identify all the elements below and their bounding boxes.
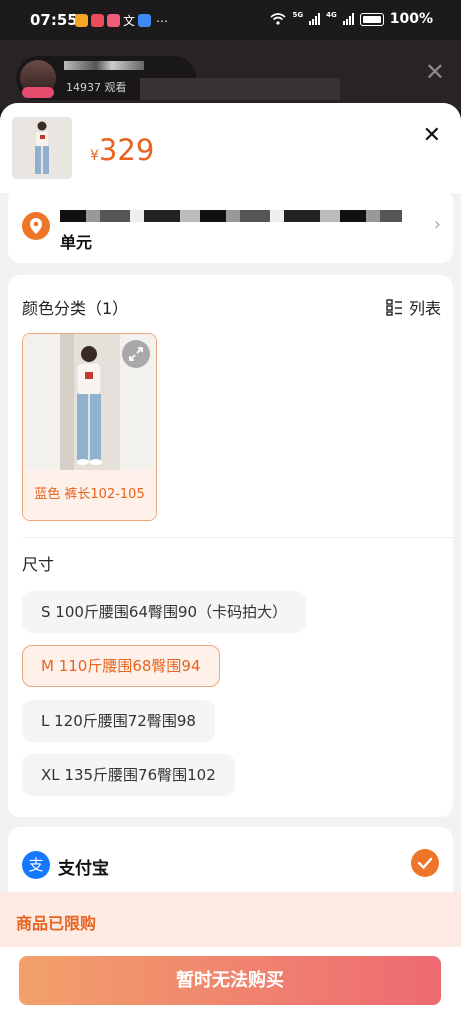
spec-selector: 颜色分类（1） 列表 蓝色 裤长102-105 尺寸 S 100斤腰围64臀围9… xyxy=(8,275,453,817)
network-type-5g: 5G xyxy=(292,11,304,19)
price-currency: ¥ xyxy=(90,148,99,164)
bottom-bar: 暂时无法购买 xyxy=(0,947,461,1024)
list-view-label: 列表 xyxy=(408,299,441,318)
host-avatar xyxy=(20,60,56,98)
limit-notice-text: 商品已限购 xyxy=(16,914,97,933)
cell-signal-icon xyxy=(342,13,354,25)
address-line-2: 单元 xyxy=(60,233,93,252)
live-banner-text-obscured xyxy=(140,78,340,100)
wifi-icon xyxy=(270,13,287,25)
status-bar: 07:55 文 ⋯ 5G 4G 100% xyxy=(0,0,461,40)
notification-app-icon xyxy=(91,14,104,27)
price: ¥329 xyxy=(90,133,154,167)
status-time: 07:55 xyxy=(30,11,78,29)
live-stream-header: 14937 观看 ✕ xyxy=(0,40,461,110)
address-redacted xyxy=(60,210,402,222)
color-category-title: 颜色分类（1） xyxy=(22,299,129,318)
chevron-right-icon: › xyxy=(433,214,441,235)
network-type-4g: 4G xyxy=(326,11,337,19)
more-notifications-icon: ⋯ xyxy=(156,13,169,28)
price-value: 329 xyxy=(98,133,155,167)
notification-app-icon xyxy=(107,14,120,27)
live-tag xyxy=(22,87,54,98)
color-option-label: 蓝色 裤长102-105 xyxy=(23,470,156,520)
battery-level: 100% xyxy=(389,11,433,27)
alipay-icon: 支 xyxy=(22,851,50,879)
divider xyxy=(22,537,453,538)
list-view-toggle[interactable]: 列表 xyxy=(386,295,441,319)
notification-app-icon xyxy=(75,14,88,27)
notification-text-icon: 文 xyxy=(123,14,136,28)
close-live-icon[interactable]: ✕ xyxy=(425,58,445,86)
purchase-sheet: ¥329 ✕ 单元 › 颜色分类（1） 列表 蓝色 裤长102-105 尺寸 S… xyxy=(0,103,461,1024)
size-option-xl[interactable]: XL 135斤腰围76臀围102 xyxy=(22,754,235,796)
limit-notice-banner: 商品已限购 xyxy=(0,892,461,947)
notification-icons: 文 ⋯ xyxy=(75,12,168,29)
list-view-icon xyxy=(386,298,402,316)
size-option-l[interactable]: L 120斤腰围72臀围98 xyxy=(22,700,215,742)
size-title: 尺寸 xyxy=(22,555,55,574)
buy-button[interactable]: 暂时无法购买 xyxy=(19,956,441,1005)
system-indicators: 5G 4G 100% xyxy=(270,11,433,27)
size-option-s[interactable]: S 100斤腰围64臀围90（卡码拍大） xyxy=(22,591,307,633)
size-option-m[interactable]: M 110斤腰围68臀围94 xyxy=(22,645,220,687)
cell-signal-icon xyxy=(309,13,321,25)
svg-text:支: 支 xyxy=(28,856,43,874)
location-pin-icon xyxy=(22,212,50,240)
payment-method-label: 支付宝 xyxy=(58,859,109,879)
sheet-header: ¥329 ✕ xyxy=(0,103,461,193)
product-photo xyxy=(12,117,72,179)
close-sheet-icon[interactable]: ✕ xyxy=(423,123,441,148)
color-option-card[interactable]: 蓝色 裤长102-105 xyxy=(22,333,157,521)
address-selector[interactable]: 单元 › xyxy=(8,188,453,263)
expand-image-icon[interactable] xyxy=(122,340,150,368)
product-thumbnail[interactable] xyxy=(12,117,72,179)
viewer-count: 14937 观看 xyxy=(66,81,127,94)
host-name-redacted xyxy=(64,61,144,70)
notification-app-icon xyxy=(138,14,152,27)
battery-icon xyxy=(359,12,384,26)
checkmark-icon[interactable] xyxy=(411,849,439,877)
